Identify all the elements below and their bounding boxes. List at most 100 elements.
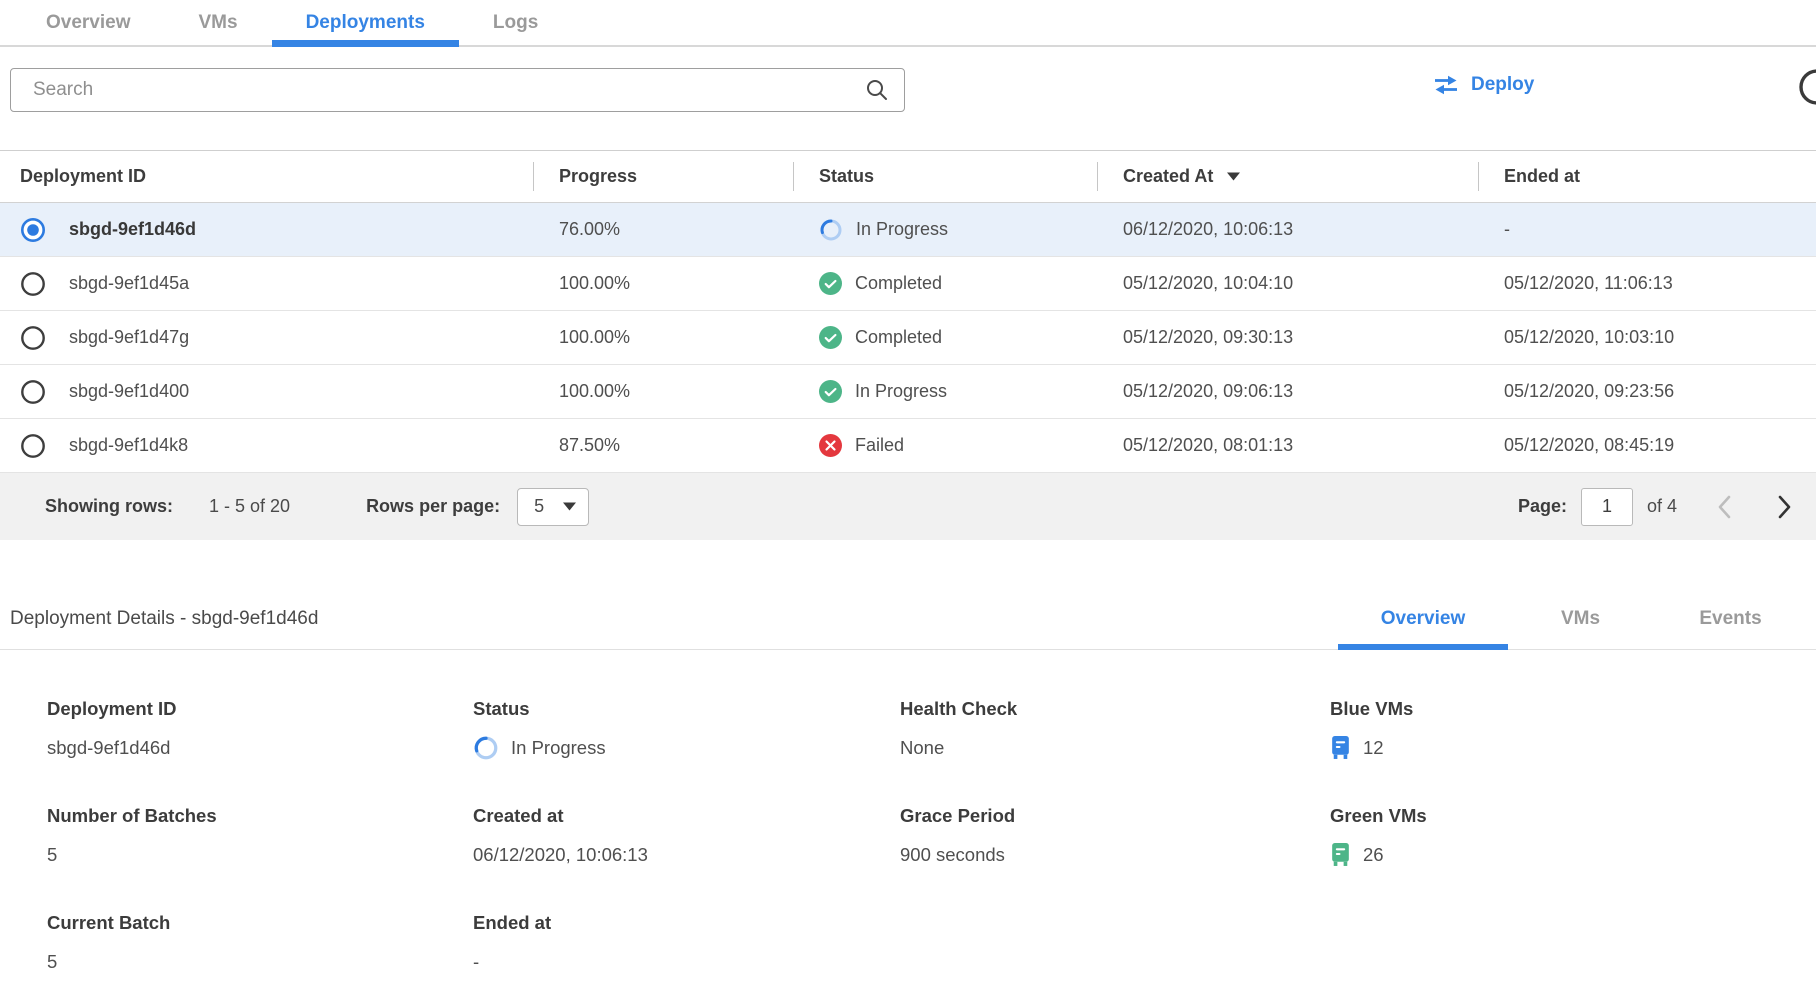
- tab-logs[interactable]: Logs: [459, 0, 572, 45]
- progress-cell: 100.00%: [533, 381, 793, 402]
- vm-count: 12: [1363, 737, 1384, 759]
- search-input[interactable]: [10, 68, 905, 112]
- field-label: Created at: [473, 805, 900, 827]
- field-label: Number of Batches: [47, 805, 473, 827]
- status-cell: In Progress: [793, 218, 1097, 242]
- field-grace-period: Grace Period 900 seconds: [900, 805, 1330, 868]
- field-label: Status: [473, 698, 900, 720]
- details-grid: Deployment ID sbgd-9ef1d46d Status In Pr…: [0, 650, 1816, 975]
- field-value: None: [900, 734, 1330, 761]
- field-status: Status In Progress: [473, 698, 900, 761]
- field-created-at: Created at 06/12/2020, 10:06:13: [473, 805, 900, 868]
- column-header-created-at[interactable]: Created At: [1097, 151, 1478, 202]
- field-label: Current Batch: [47, 912, 473, 934]
- radio-selected-icon[interactable]: [20, 217, 46, 243]
- field-ended-at: Ended at -: [473, 912, 900, 975]
- radio-unselected-icon[interactable]: [20, 379, 46, 405]
- next-page-button[interactable]: [1777, 494, 1792, 520]
- table-row[interactable]: sbgd-9ef1d46d 76.00% In Progress 06/12/2…: [0, 203, 1816, 257]
- refresh-icon[interactable]: [1796, 66, 1816, 108]
- deployment-details-section: Deployment Details - sbgd-9ef1d46d Overv…: [0, 585, 1816, 975]
- rows-per-page-label: Rows per page:: [366, 496, 500, 517]
- swap-arrows-icon: [1432, 73, 1460, 97]
- status-cell: Completed: [793, 326, 1097, 349]
- field-number-of-batches: Number of Batches 5: [47, 805, 473, 868]
- created-at-cell: 06/12/2020, 10:06:13: [1097, 219, 1478, 240]
- column-header-status[interactable]: Status: [793, 151, 1097, 202]
- progress-cell: 100.00%: [533, 327, 793, 348]
- tab-deployments-label: Deployments: [306, 12, 425, 34]
- column-label: Deployment ID: [20, 166, 146, 187]
- table-row[interactable]: sbgd-9ef1d47g 100.00% Completed 05/12/20…: [0, 311, 1816, 365]
- ended-at-cell: -: [1478, 219, 1816, 240]
- completed-check-icon: [819, 326, 842, 349]
- column-label: Status: [819, 166, 874, 187]
- tab-vms[interactable]: VMs: [165, 0, 272, 45]
- field-value: 12: [1330, 734, 1816, 761]
- status-text: Completed: [855, 273, 942, 294]
- search-icon[interactable]: [865, 78, 889, 102]
- failed-x-icon: [819, 434, 842, 457]
- created-at-cell: 05/12/2020, 10:04:10: [1097, 273, 1478, 294]
- deployment-id-cell: sbgd-9ef1d46d: [0, 217, 533, 243]
- details-tab-events[interactable]: Events: [1653, 585, 1808, 649]
- table-row[interactable]: sbgd-9ef1d45a 100.00% Completed 05/12/20…: [0, 257, 1816, 311]
- radio-unselected-icon[interactable]: [20, 433, 46, 459]
- details-title: Deployment Details - sbgd-9ef1d46d: [10, 608, 318, 630]
- field-label: Health Check: [900, 698, 1330, 720]
- status-text: Failed: [855, 435, 904, 456]
- page-label: Page:: [1518, 496, 1567, 517]
- field-value: 900 seconds: [900, 841, 1330, 868]
- column-header-ended-at[interactable]: Ended at: [1478, 151, 1816, 202]
- radio-unselected-icon[interactable]: [20, 325, 46, 351]
- field-current-batch: Current Batch 5: [47, 912, 473, 975]
- table-row[interactable]: sbgd-9ef1d4k8 87.50% Failed 05/12/2020, …: [0, 419, 1816, 473]
- page-number-input[interactable]: [1581, 488, 1633, 526]
- rows-per-page-select[interactable]: 5: [517, 488, 589, 526]
- completed-check-icon: [819, 380, 842, 403]
- progress-cell: 87.50%: [533, 435, 793, 456]
- field-deployment-id: Deployment ID sbgd-9ef1d46d: [47, 698, 473, 761]
- deployment-id: sbgd-9ef1d46d: [69, 219, 196, 240]
- progress-cell: 100.00%: [533, 273, 793, 294]
- field-label: Deployment ID: [47, 698, 473, 720]
- deploy-button[interactable]: Deploy: [1432, 73, 1534, 97]
- top-tab-bar: Overview VMs Deployments Logs: [0, 0, 1816, 47]
- tab-vms-label: VMs: [199, 12, 238, 34]
- details-tab-label: VMs: [1561, 608, 1600, 630]
- previous-page-button[interactable]: [1717, 494, 1732, 520]
- in-progress-spinner-icon: [473, 735, 499, 761]
- page-total: of 4: [1647, 496, 1677, 517]
- rows-per-page-value: 5: [534, 496, 544, 517]
- field-value: 5: [47, 948, 473, 975]
- details-tab-overview[interactable]: Overview: [1338, 585, 1508, 649]
- ended-at-cell: 05/12/2020, 11:06:13: [1478, 273, 1816, 294]
- field-health-check: Health Check None: [900, 698, 1330, 761]
- field-green-vms: Green VMs 26: [1330, 805, 1816, 868]
- column-header-progress[interactable]: Progress: [533, 151, 793, 202]
- page-controls: Page: of 4: [1518, 488, 1792, 526]
- toolbar: Deploy: [0, 47, 1816, 135]
- field-label: Green VMs: [1330, 805, 1816, 827]
- details-tab-vms[interactable]: VMs: [1508, 585, 1653, 649]
- details-tab-bar: Overview VMs Events: [1338, 585, 1808, 649]
- created-at-cell: 05/12/2020, 08:01:13: [1097, 435, 1478, 456]
- column-header-deployment-id[interactable]: Deployment ID: [0, 151, 533, 202]
- deployment-id: sbgd-9ef1d400: [69, 381, 189, 402]
- details-header: Deployment Details - sbgd-9ef1d46d Overv…: [0, 585, 1816, 650]
- deployment-id: sbgd-9ef1d47g: [69, 327, 189, 348]
- tab-overview[interactable]: Overview: [12, 0, 165, 45]
- field-value: In Progress: [473, 734, 900, 761]
- table-pagination-bar: Showing rows: 1 - 5 of 20 Rows per page:…: [0, 473, 1816, 540]
- ended-at-cell: 05/12/2020, 08:45:19: [1478, 435, 1816, 456]
- radio-unselected-icon[interactable]: [20, 271, 46, 297]
- showing-rows-label: Showing rows:: [45, 496, 173, 517]
- tab-deployments[interactable]: Deployments: [272, 0, 459, 45]
- table-row[interactable]: sbgd-9ef1d400 100.00% In Progress 05/12/…: [0, 365, 1816, 419]
- details-tab-label: Events: [1699, 608, 1761, 630]
- created-at-cell: 05/12/2020, 09:06:13: [1097, 381, 1478, 402]
- caret-down-icon: [1227, 172, 1240, 181]
- status-cell: Completed: [793, 272, 1097, 295]
- field-value: 26: [1330, 841, 1816, 868]
- deployment-id: sbgd-9ef1d45a: [69, 273, 189, 294]
